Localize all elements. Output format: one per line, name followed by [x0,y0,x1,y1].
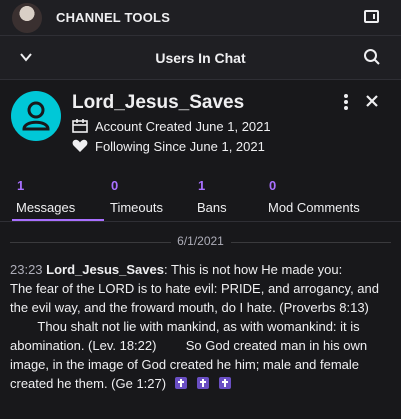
tab-timeouts[interactable]: 0 Timeouts [110,178,163,215]
user-avatar [11,91,61,141]
search-icon[interactable] [363,48,381,66]
stats-tabs: 1 Messages 0 Timeouts 1 Bans 0 Mod Comme… [0,178,401,222]
tab-mod-comments[interactable]: 0 Mod Comments [268,178,360,215]
messages-label: Messages [16,200,76,215]
account-created-text: Account Created June 1, 2021 [95,119,271,134]
user-icon [22,101,50,131]
timeouts-label: Timeouts [110,200,163,215]
close-icon[interactable] [365,94,379,108]
tab-bans[interactable]: 1 Bans [197,178,227,215]
mod-comments-label: Mod Comments [268,200,360,215]
bans-label: Bans [197,200,227,215]
collapse-panel-icon[interactable] [364,10,379,23]
account-created-row: Account Created June 1, 2021 [72,119,271,134]
more-options-icon[interactable] [343,93,349,111]
mod-comments-count: 0 [269,178,277,193]
following-since-row: Following Since June 1, 2021 [72,139,265,154]
divider-line [231,242,391,243]
subbar-title: Users In Chat [155,50,246,66]
channel-tools-title: CHANNEL TOOLS [56,10,171,25]
message-author[interactable]: Lord_Jesus_Saves [46,262,164,277]
message-timestamp: 23:23 [10,262,43,277]
channel-avatar[interactable] [12,3,42,33]
timeouts-count: 0 [111,178,119,193]
cross-emote-icon[interactable] [218,377,231,389]
cross-emote-icon[interactable] [196,377,209,389]
username[interactable]: Lord_Jesus_Saves [72,92,244,114]
date-label: 6/1/2021 [177,234,224,248]
tab-messages[interactable]: 1 Messages [16,178,75,215]
tab-divider [0,221,401,222]
message-text-1: : This is not how He made you: [163,262,343,277]
cross-emote-icon[interactable] [174,377,187,389]
users-in-chat-header: Users In Chat [0,36,401,80]
user-card: Lord_Jesus_Saves Account Created June 1,… [0,80,401,419]
bans-count: 1 [198,178,206,193]
following-since-text: Following Since June 1, 2021 [95,139,265,154]
date-separator: 6/1/2021 [0,234,401,250]
messages-count: 1 [17,178,25,193]
top-bar: CHANNEL TOOLS [0,0,401,36]
calendar-icon [72,119,88,133]
chat-message: 23:23 Lord_Jesus_Saves: This is not how … [10,260,390,393]
heart-icon [72,139,88,152]
message-text-2: The fear of the LORD is to hate evil: PR… [10,281,380,315]
